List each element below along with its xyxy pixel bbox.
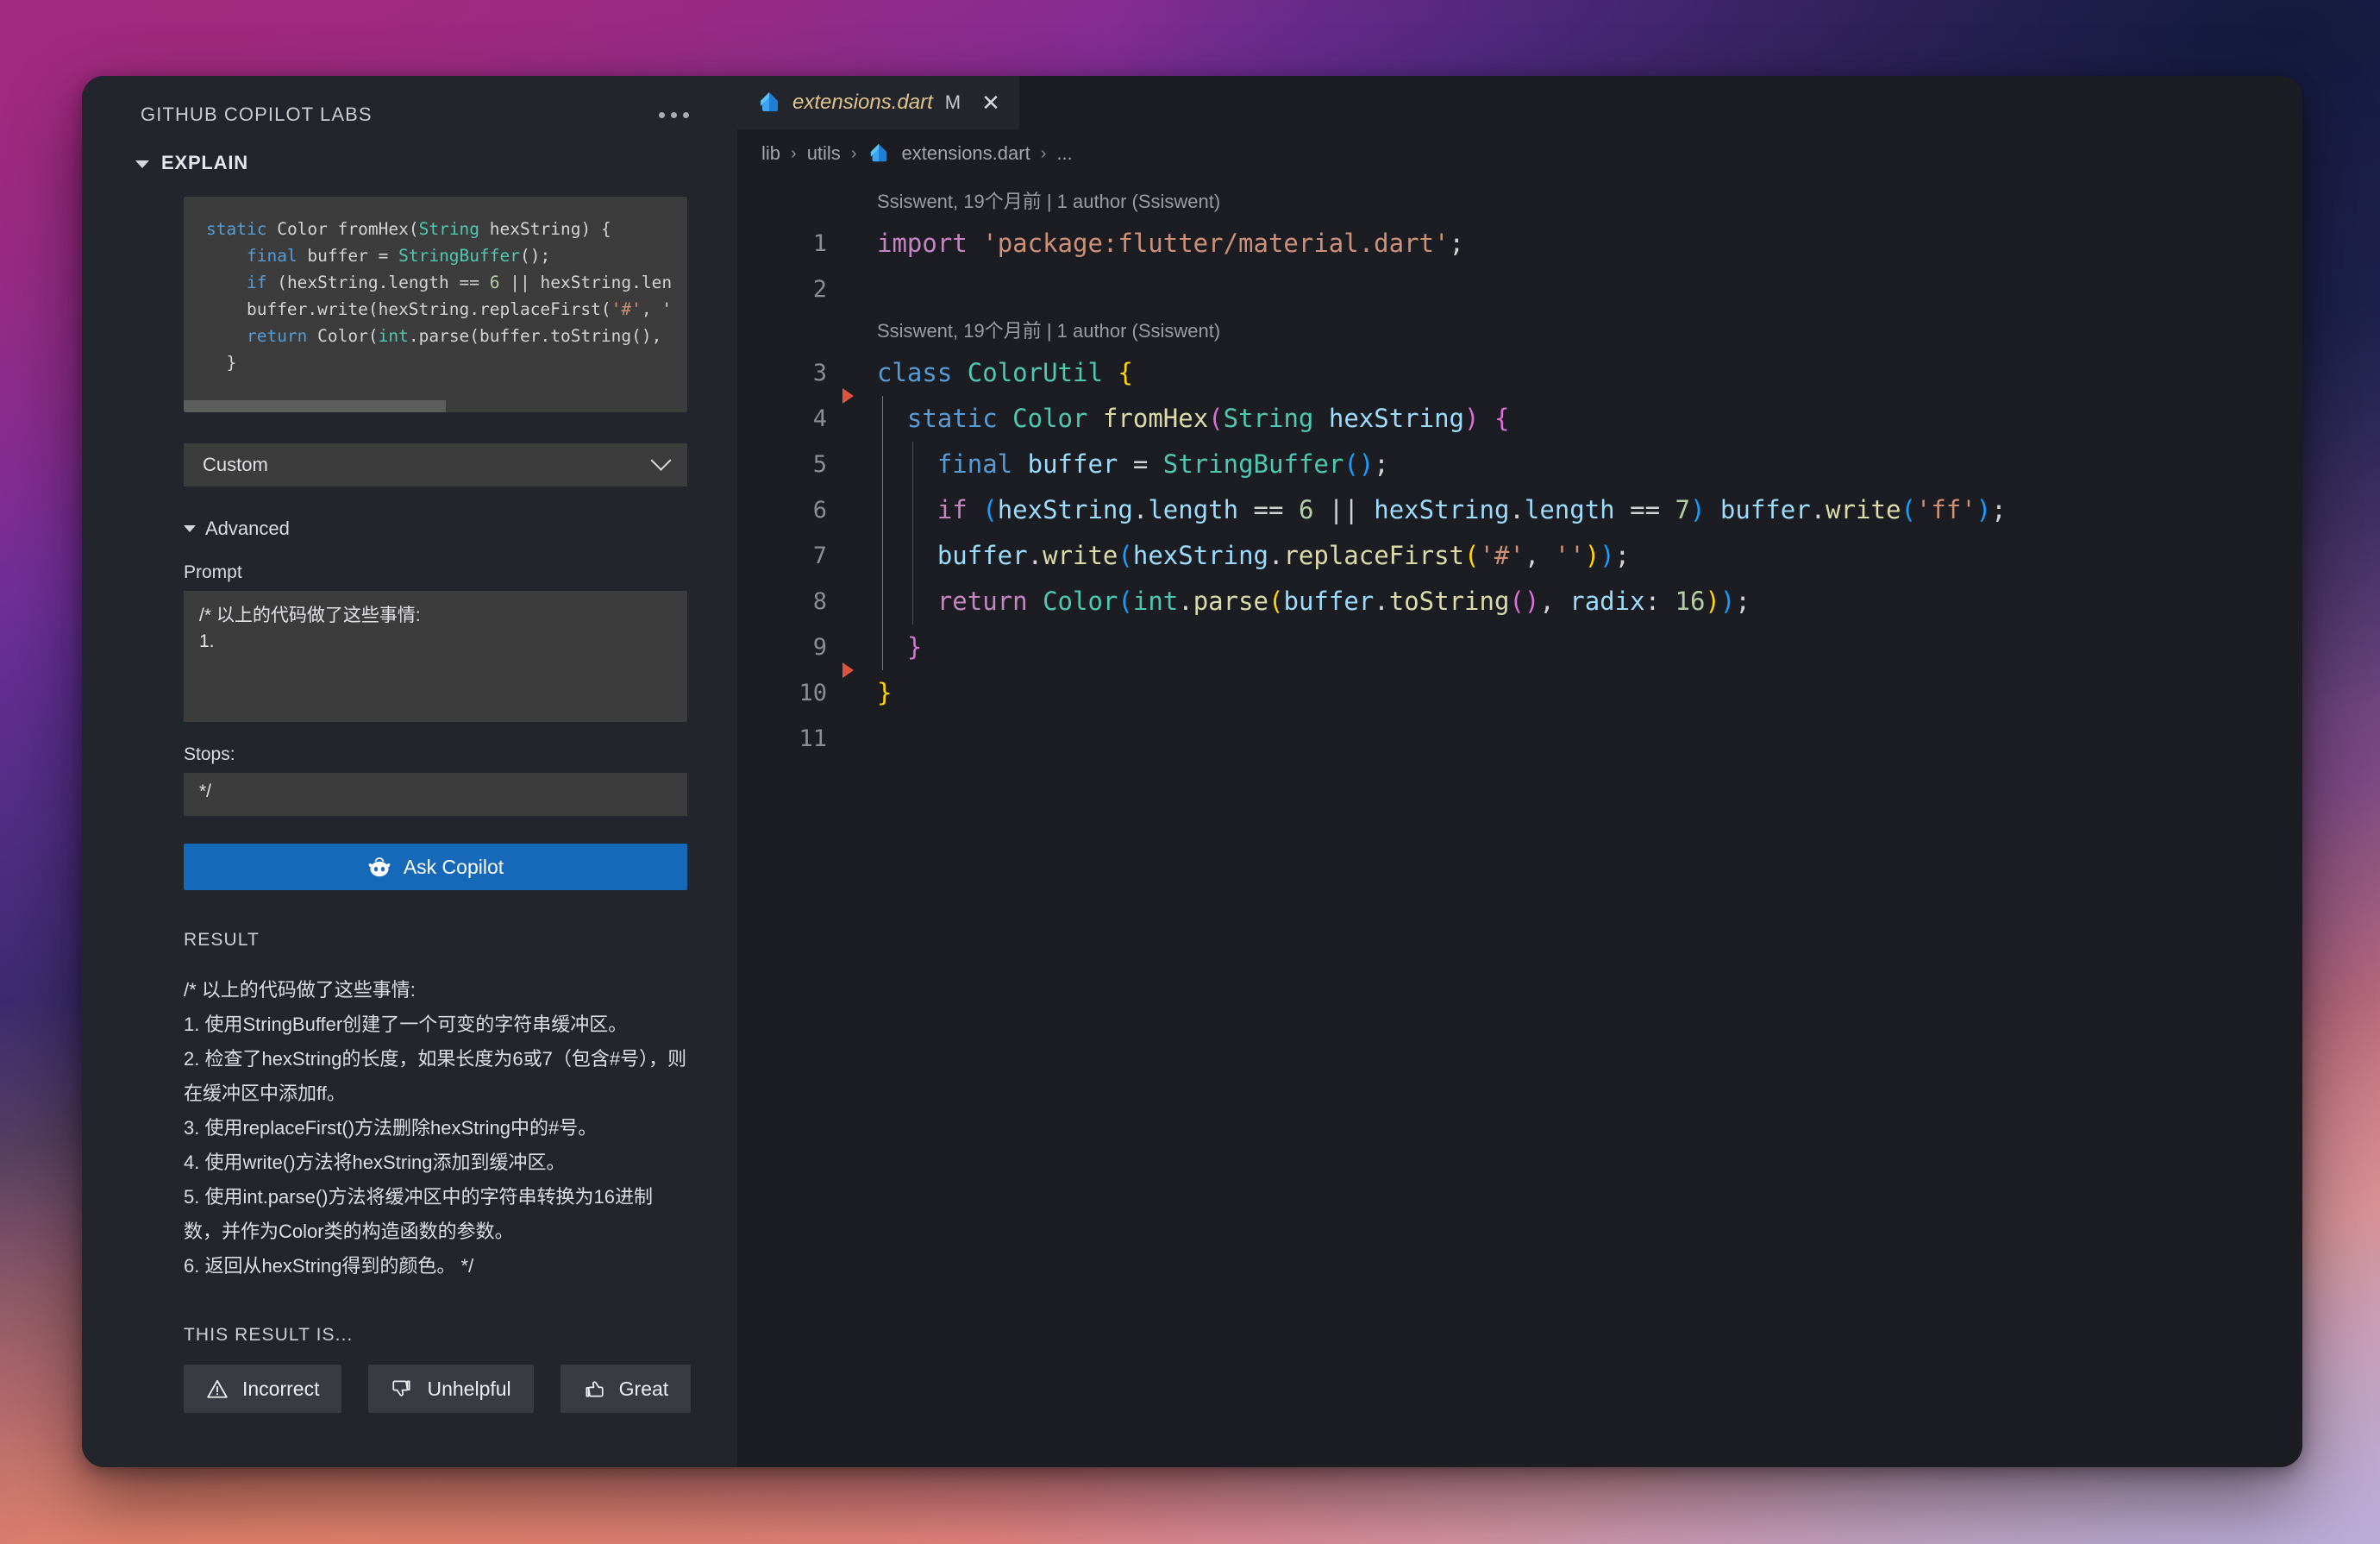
code-line: 11 [737,716,2302,762]
tab-filename: extensions.dart [792,91,933,114]
tab-modified-badge: M [944,91,961,113]
code-preview-scrollbar[interactable] [184,400,687,412]
line-content: final buffer = StringBuffer(); [877,442,1389,487]
feedback-incorrect-label: Incorrect [242,1377,320,1400]
line-number: 1 [812,230,827,257]
chevron-down-icon [135,160,149,168]
code-line: 9 } [737,625,2302,670]
line-number: 4 [812,405,827,432]
line-content: } [877,678,892,707]
prompt-style-select[interactable]: Custom [184,443,687,486]
line-number: 11 [799,725,827,752]
line-number: 7 [812,543,827,569]
line-number: 5 [812,451,827,478]
warning-triangle-icon [207,1379,228,1398]
line-number: 10 [799,680,827,706]
stops-label: Stops: [184,744,235,764]
breadcrumb-separator: › [850,143,857,163]
line-content: import 'package:flutter/material.dart'; [877,229,1464,258]
advanced-toggle[interactable]: Advanced [184,518,687,540]
code-line: 2 [737,267,2302,312]
code-content[interactable]: Ssiswent, 19个月前 | 1 author (Ssiswent) 1 … [737,178,2302,1467]
line-content: static Color fromHex(String hexString) { [877,396,1509,442]
dart-file-icon [871,143,887,162]
editor-tab-bar: extensions.dart M ✕ [737,76,2302,129]
line-content: if (hexString.length == 6 || hexString.l… [877,487,2007,533]
dart-file-icon [761,92,778,111]
prompt-label: Prompt [184,562,242,582]
breadcrumb-item-file[interactable]: extensions.dart [901,142,1030,165]
ask-copilot-button[interactable]: Ask Copilot [184,844,687,890]
fold-marker-icon[interactable] [842,388,854,404]
git-blame-annotation: Ssiswent, 19个月前 | 1 author (Ssiswent) [877,320,1221,342]
breadcrumb-item-more[interactable]: ... [1056,142,1072,165]
caret-down-icon [184,525,196,532]
code-preview-box[interactable]: static Color fromHex(String hexString) {… [184,197,687,412]
fold-marker-icon[interactable] [842,662,854,678]
feedback-incorrect-button[interactable]: Incorrect [184,1365,342,1413]
code-preview-text: static Color fromHex(String hexString) {… [206,219,673,373]
chevron-down-icon [650,449,672,471]
breadcrumb-item-utils[interactable]: utils [807,142,841,165]
explain-section-title: Explain [161,152,248,173]
code-line: 6 if (hexString.length == 6 || hexString… [737,487,2302,533]
code-line: 3 class ColorUtil { [737,350,2302,396]
feedback-unhelpful-button[interactable]: Unhelpful [368,1365,534,1413]
advanced-label: Advanced [205,518,290,539]
sidebar-body: static Color fromHex(String hexString) {… [82,197,737,1467]
feedback-great-button[interactable]: Great [560,1365,692,1413]
breadcrumb-separator: › [1040,143,1047,163]
line-number: 3 [812,360,827,386]
ask-copilot-label: Ask Copilot [403,855,504,878]
result-heading: RESULT [184,930,260,950]
line-number: 8 [812,588,827,615]
ellipsis-icon[interactable] [652,104,696,127]
breadcrumb-item-lib[interactable]: lib [761,142,780,165]
thumbs-up-icon [586,1381,604,1397]
feedback-great-label: Great [618,1377,669,1400]
close-icon[interactable]: ✕ [981,91,1000,114]
line-number: 9 [812,634,827,661]
panel-title: GitHub Copilot Labs [141,104,373,125]
feedback-buttons: Incorrect Unhelpful Great [184,1365,692,1413]
prompt-style-value: Custom [203,454,268,475]
thumbs-down-icon [392,1380,411,1397]
copilot-labs-sidebar: GitHub Copilot Labs Explain static Color… [82,76,737,1467]
result-text: /* 以上的代码做了这些事情: 1. 使用StringBuffer创建了一个可变… [184,979,687,1277]
prompt-input[interactable]: /* 以上的代码做了这些事情: 1. [184,591,687,722]
explain-section-header[interactable]: Explain [82,129,737,174]
copilot-icon [368,857,391,877]
git-blame-annotation: Ssiswent, 19个月前 | 1 author (Ssiswent) [877,191,1221,212]
line-content: class ColorUtil { [877,358,1133,387]
line-number: 2 [812,276,827,303]
code-line: 10 } [737,662,2302,716]
breadcrumb-separator: › [791,143,797,163]
stops-input[interactable]: */ [184,773,687,816]
feedback-unhelpful-label: Unhelpful [427,1377,511,1400]
code-line: 1 import 'package:flutter/material.dart'… [737,221,2302,267]
line-content: return Color(int.parse(buffer.toString()… [877,579,1751,625]
code-line: 4 static Color fromHex(String hexString)… [737,388,2302,442]
breadcrumb: lib › utils › extensions.dart › ... [737,129,2302,178]
tab-extensions-dart[interactable]: extensions.dart M ✕ [737,76,1019,129]
line-content: buffer.write(hexString.replaceFirst('#',… [877,533,1630,579]
line-content: } [877,625,922,670]
editor-window: GitHub Copilot Labs Explain static Color… [82,76,2302,1467]
panel-header: GitHub Copilot Labs [82,76,737,129]
code-line: 5 final buffer = StringBuffer(); [737,442,2302,487]
code-line: 7 buffer.write(hexString.replaceFirst('#… [737,533,2302,579]
code-line: 8 return Color(int.parse(buffer.toString… [737,579,2302,625]
line-number: 6 [812,497,827,524]
code-editor: extensions.dart M ✕ lib › utils › extens… [737,76,2302,1467]
feedback-heading: THIS RESULT IS... [184,1325,354,1345]
